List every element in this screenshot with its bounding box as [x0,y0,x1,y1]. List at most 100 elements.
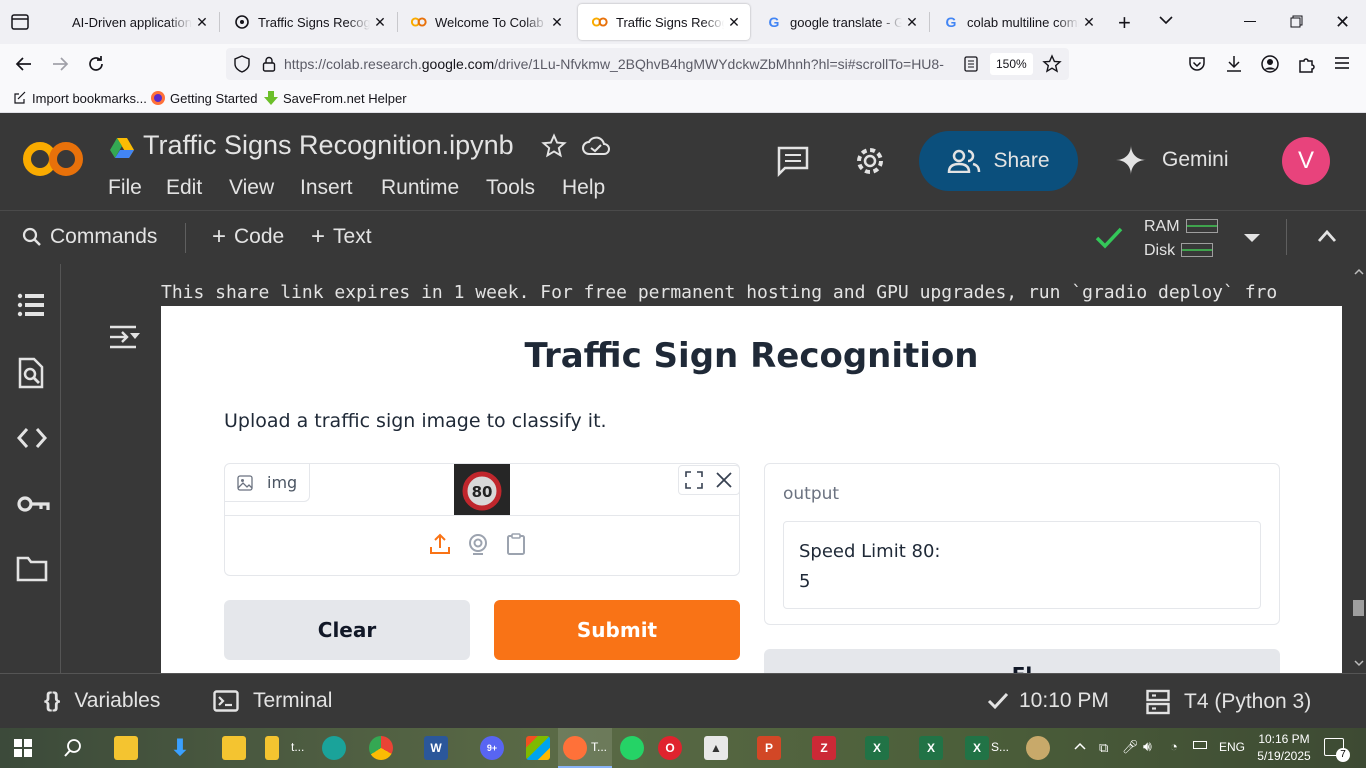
browser-tab[interactable]: AI-Driven application to Br ✕ [42,0,218,44]
notebook-title[interactable]: Traffic Signs Recognition.ipynb [143,130,514,161]
pocket-icon[interactable] [1187,54,1207,74]
meet-now-icon[interactable]: ⧉ [1099,740,1108,756]
bookmark-getting-started[interactable]: Getting Started [150,90,257,106]
comments-icon[interactable] [776,145,810,177]
url-text[interactable]: https://colab.research.google.com/drive/… [284,56,944,72]
taskbar-clock[interactable]: 10:16 PM 5/19/2025 [1252,731,1316,765]
browser-tab[interactable]: G google translate - Goo ✕ [752,0,928,44]
menu-view[interactable]: View [229,176,274,200]
browser-tab[interactable]: Welcome To Colab - Co ✕ [397,0,573,44]
image-input[interactable]: img 80 [224,463,740,576]
clear-button[interactable]: Clear [224,600,470,660]
taskbar-search-icon[interactable] [63,738,83,758]
language-indicator[interactable]: ENG [1219,740,1245,754]
close-tab-icon[interactable]: ✕ [370,14,390,31]
lock-icon[interactable] [262,56,276,72]
notebook-scrollbar[interactable] [1351,264,1366,673]
battery-icon[interactable] [1193,741,1207,749]
clipboard-icon[interactable] [504,532,528,556]
menu-tools[interactable]: Tools [486,176,535,200]
reload-icon[interactable] [86,54,106,74]
opera-icon[interactable]: O [658,736,682,760]
scroll-up-icon[interactable] [1354,268,1364,275]
gemini-button[interactable]: Gemini [1116,145,1229,175]
excel-icon[interactable]: X [919,736,943,760]
commands-button[interactable]: Commands [22,225,157,249]
share-button[interactable]: Share [919,131,1078,191]
store-icon[interactable] [526,736,550,760]
browser-tab[interactable]: Traffic Signs Recognitic ✕ [220,0,396,44]
resource-monitor[interactable]: RAM Disk [1144,215,1218,263]
close-tab-icon[interactable]: ✕ [724,14,744,31]
close-tab-icon[interactable]: ✕ [192,14,212,31]
tray-chevron-icon[interactable] [1074,742,1086,750]
find-replace-icon[interactable] [16,357,46,389]
folder-icon[interactable] [265,736,279,760]
chrome-icon[interactable] [369,736,393,760]
word-icon[interactable]: W [424,736,448,760]
menu-edit[interactable]: Edit [166,176,202,200]
settings-gear-icon[interactable] [853,144,887,178]
avatar[interactable]: V [1282,137,1330,185]
cloud-saved-icon[interactable] [581,135,611,157]
restore-icon[interactable] [1290,15,1303,28]
code-snippets-icon[interactable] [16,423,48,453]
flag-button[interactable]: Fl [764,649,1280,673]
webcam-icon[interactable] [466,532,490,556]
output-textbox[interactable]: Speed Limit 80: 5 [783,521,1261,609]
fullscreen-icon[interactable] [679,466,709,494]
colab-logo[interactable] [22,139,84,179]
upload-icon[interactable] [428,532,452,556]
volume-icon[interactable]: 🔊︎ [1143,738,1152,755]
edge-icon[interactable] [322,736,346,760]
back-icon[interactable] [14,54,34,74]
add-text-button[interactable]: + Text [311,225,372,249]
files-folder-icon[interactable] [16,555,48,585]
close-tab-icon[interactable]: ✕ [902,14,922,31]
browser-tab-active[interactable]: Traffic Signs Recognitic ✕ [578,4,750,40]
new-tab-icon[interactable]: + [1118,10,1131,36]
scroll-down-icon[interactable] [1354,660,1364,667]
clear-image-icon[interactable] [709,466,739,494]
terminal-button[interactable]: Terminal [213,689,332,713]
url-bar[interactable]: https://colab.research.google.com/drive/… [226,48,1069,80]
firefox-icon[interactable] [563,736,587,760]
minimize-icon[interactable] [1244,21,1256,22]
table-of-contents-icon[interactable] [16,290,46,320]
file-explorer-icon[interactable] [114,736,138,760]
collapse-header-icon[interactable] [1317,229,1337,243]
tracking-shield-icon[interactable] [234,55,250,73]
close-window-icon[interactable]: ✕ [1335,12,1350,33]
execution-time[interactable]: 10:10 PM [987,689,1109,713]
menu-insert[interactable]: Insert [300,176,353,200]
menu-runtime[interactable]: Runtime [381,176,459,200]
add-code-button[interactable]: + Code [212,225,284,249]
runtime-type[interactable]: T4 (Python 3) [1146,689,1311,715]
bookmark-savefrom[interactable]: SaveFrom.net Helper [263,90,407,106]
paint-icon[interactable] [1026,736,1050,760]
secrets-key-icon[interactable] [16,489,50,519]
scroll-thumb[interactable] [1353,600,1364,616]
tab-list-chevron-icon[interactable] [1158,14,1174,26]
bookmark-star-icon[interactable] [1042,54,1062,74]
folder-icon[interactable] [222,736,246,760]
menu-help[interactable]: Help [562,176,605,200]
extensions-icon[interactable] [1297,54,1317,74]
downloads-arrow-icon[interactable]: ⬇ [168,735,192,760]
bookmark-import[interactable]: Import bookmarks... [12,90,147,106]
reader-view-icon[interactable] [964,56,978,72]
account-icon[interactable] [1260,54,1280,74]
submit-button[interactable]: Submit [494,600,740,660]
zotero-icon[interactable]: Z [812,736,836,760]
close-tab-icon[interactable]: ✕ [1079,14,1099,31]
excel-icon[interactable]: X [865,736,889,760]
output-toggle-icon[interactable] [108,324,140,352]
whatsapp-icon[interactable] [620,736,644,760]
microphone-icon[interactable]: 🎤︎ [1122,739,1139,755]
powerpoint-icon[interactable]: P [757,736,781,760]
variables-button[interactable]: {} Variables [44,689,160,713]
menu-hamburger-icon[interactable] [1333,54,1353,74]
wifi-icon[interactable]: ◔ [1170,739,1178,754]
photos-icon[interactable]: ▲ [704,736,728,760]
star-icon[interactable] [541,133,567,159]
